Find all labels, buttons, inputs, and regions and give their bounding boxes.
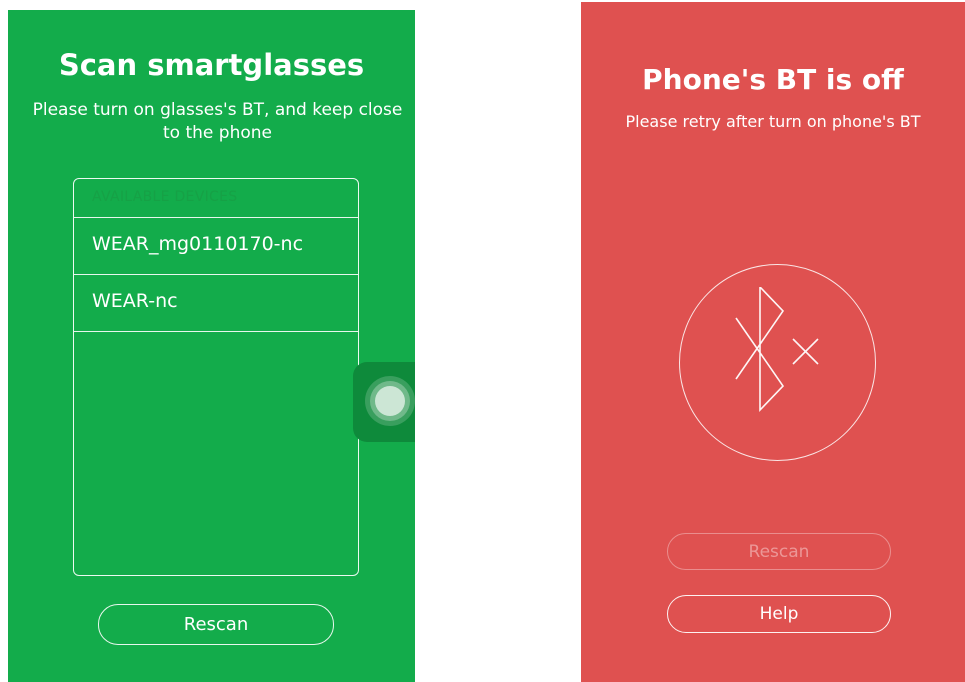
scan-screen: Scan smartglasses Please turn on glasses… — [8, 10, 415, 682]
rescan-button[interactable]: Rescan — [98, 604, 334, 645]
bluetooth-off-icon — [735, 287, 819, 412]
page-subtitle: Please turn on glasses's BT, and keep cl… — [8, 99, 415, 145]
page-title: Scan smartglasses — [58, 48, 365, 82]
rescan-button[interactable]: Rescan — [667, 533, 891, 570]
help-button[interactable]: Help — [667, 595, 891, 633]
assistive-touch-ring — [365, 376, 415, 426]
assistive-touch-icon[interactable] — [353, 362, 415, 442]
device-name: WEAR-nc — [92, 290, 178, 312]
assistive-touch-ring-inner — [370, 381, 410, 421]
device-row[interactable]: WEAR-nc — [74, 274, 358, 330]
bt-off-screen: Phone's BT is off Please retry after tur… — [581, 2, 965, 682]
bluetooth-status-circle — [679, 264, 876, 461]
device-list: AVAILABLE DEVICES WEAR_mg0110170-nc WEAR… — [73, 178, 359, 576]
list-divider — [74, 331, 358, 332]
device-row[interactable]: WEAR_mg0110170-nc — [74, 217, 358, 273]
subtitle-line-1: Please turn on glasses's BT, and keep cl… — [32, 100, 403, 120]
page-title: Phone's BT is off — [642, 63, 904, 96]
subtitle-line-2: to the phone — [163, 123, 272, 143]
assistive-touch-dot — [375, 386, 405, 416]
device-name: WEAR_mg0110170-nc — [92, 233, 304, 255]
page-subtitle: Please retry after turn on phone's BT — [625, 112, 921, 131]
list-header: AVAILABLE DEVICES — [92, 189, 238, 205]
